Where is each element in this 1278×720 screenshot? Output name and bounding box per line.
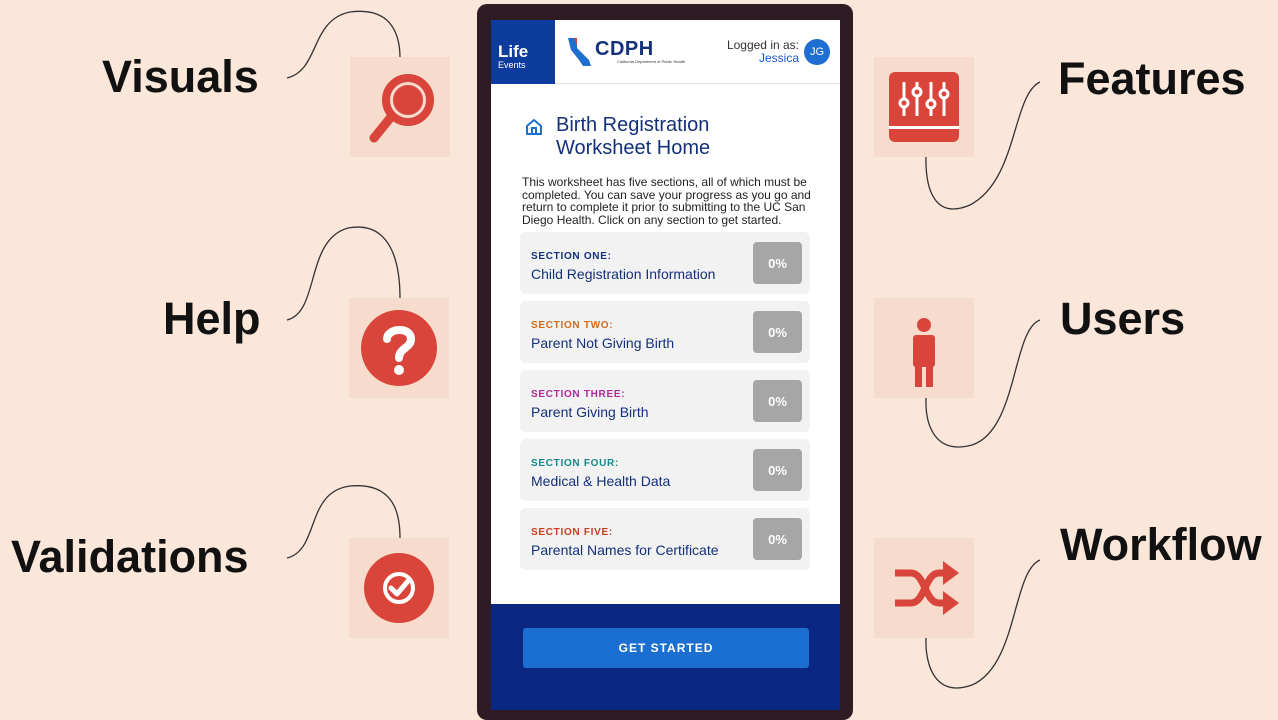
label-help: Help xyxy=(163,293,261,344)
section-card-one[interactable]: SECTION ONE: Child Registration Informat… xyxy=(520,232,810,294)
label-visuals: Visuals xyxy=(102,51,259,102)
avatar[interactable]: JG xyxy=(804,38,830,65)
home-icon[interactable] xyxy=(524,117,544,137)
footer-bar: GET STARTED xyxy=(491,604,840,710)
section-name: Parental Names for Certificate xyxy=(531,542,719,558)
page-title: Birth Registration Worksheet Home xyxy=(556,114,711,159)
cdph-logo: CDPH California Department of Public Hea… xyxy=(565,36,685,68)
get-started-button[interactable]: GET STARTED xyxy=(523,628,809,668)
label-workflow: Workflow xyxy=(1060,519,1262,570)
section-label: SECTION FOUR: xyxy=(531,458,619,469)
section-progress-badge: 0% xyxy=(753,380,802,422)
section-label: SECTION ONE: xyxy=(531,251,612,262)
section-label: SECTION FIVE: xyxy=(531,527,613,538)
section-name: Parent Giving Birth xyxy=(531,404,649,420)
app-header: Life Events CDPH California Department o… xyxy=(491,20,840,84)
users-tile xyxy=(874,298,974,398)
brand-life: Life xyxy=(498,41,529,61)
section-name: Parent Not Giving Birth xyxy=(531,335,675,351)
section-progress-badge: 0% xyxy=(753,242,802,284)
page-title-row: Birth Registration Worksheet Home xyxy=(524,114,840,160)
section-list: SECTION ONE: Child Registration Informat… xyxy=(520,232,840,570)
phone-frame: Life Events CDPH California Department o… xyxy=(477,4,853,720)
worksheet-description: This worksheet has five sections, all of… xyxy=(522,175,811,227)
california-map-icon xyxy=(568,37,591,66)
help-tile xyxy=(349,298,449,398)
section-card-four[interactable]: SECTION FOUR: Medical & Health Data 0% xyxy=(520,439,810,501)
life-events-logo[interactable]: Life Events xyxy=(491,20,555,84)
person-icon xyxy=(913,318,935,387)
label-features: Features xyxy=(1058,53,1246,104)
visuals-tile xyxy=(350,57,450,157)
brand-events: Events xyxy=(498,59,526,70)
features-tile xyxy=(874,57,974,157)
section-progress-badge: 0% xyxy=(753,311,802,353)
section-label: SECTION THREE: xyxy=(531,389,626,400)
label-users: Users xyxy=(1060,293,1186,344)
section-name: Medical & Health Data xyxy=(531,473,671,489)
sliders-icon xyxy=(889,72,959,142)
app-screen: Life Events CDPH California Department o… xyxy=(491,20,840,710)
cdph-title: CDPH xyxy=(595,38,654,60)
section-name: Child Registration Information xyxy=(531,266,716,282)
login-info: Logged in as: Jessica xyxy=(726,37,799,65)
cdph-subtitle: California Department of Public Health xyxy=(617,59,686,64)
magnifier-icon xyxy=(369,74,434,143)
section-card-five[interactable]: SECTION FIVE: Parental Names for Certifi… xyxy=(520,508,810,570)
logged-in-label: Logged in as: xyxy=(726,37,799,52)
section-progress-badge: 0% xyxy=(753,518,802,560)
section-card-three[interactable]: SECTION THREE: Parent Giving Birth 0% xyxy=(520,370,810,432)
section-label: SECTION TWO: xyxy=(531,320,614,331)
question-icon xyxy=(361,310,437,386)
label-validations: Validations xyxy=(11,531,249,582)
check-circle-icon xyxy=(364,553,434,623)
section-progress-badge: 0% xyxy=(753,449,802,491)
user-name: Jessica xyxy=(758,50,799,65)
workflow-tile xyxy=(874,538,974,638)
validations-tile xyxy=(349,538,449,638)
section-card-two[interactable]: SECTION TWO: Parent Not Giving Birth 0% xyxy=(520,301,810,363)
shuffle-icon xyxy=(895,561,959,615)
